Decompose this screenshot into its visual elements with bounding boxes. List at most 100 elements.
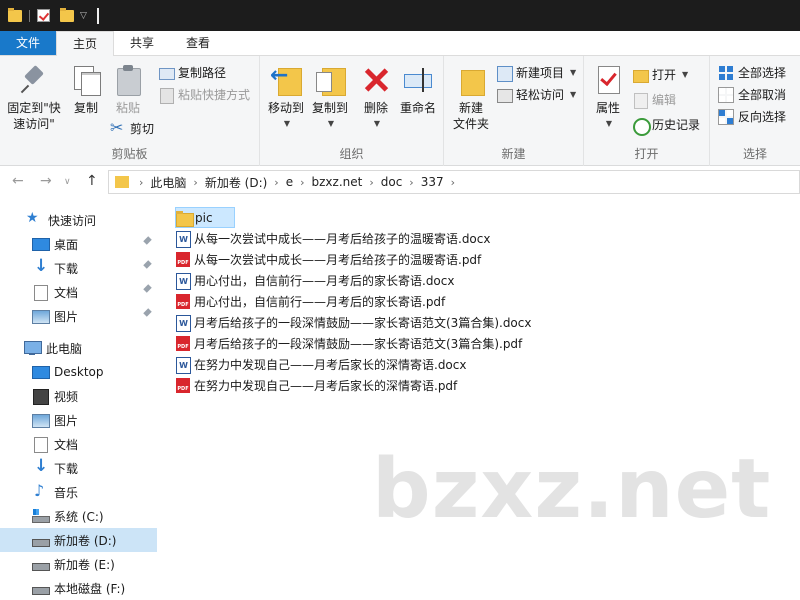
open-label: 打开: [652, 68, 677, 82]
folder-icon: [176, 210, 194, 227]
breadcrumb-chevron-icon[interactable]: ›: [451, 176, 455, 189]
move-to-button[interactable]: 移动到 ▼: [264, 64, 308, 132]
list-item[interactable]: 从每一次尝试中成长——月考后给孩子的温暖寄语.docx: [175, 228, 490, 249]
rename-label: 重命名: [399, 101, 436, 115]
list-item[interactable]: 用心付出，自信前行——月考后的家长寄语.pdf: [175, 291, 445, 312]
sidebar-item-label: 本地磁盘 (F:): [54, 581, 126, 596]
sidebar-item-drive-c[interactable]: 系统 (C:): [0, 504, 157, 528]
invert-selection-button[interactable]: 反向选择: [718, 108, 786, 125]
star-icon: [26, 210, 42, 227]
sidebar-item-drive-d[interactable]: 新加卷 (D:): [0, 528, 157, 552]
sidebar-item-drive-e[interactable]: 新加卷 (E:): [0, 552, 157, 576]
sidebar-item-label: 视频: [54, 389, 79, 404]
document-icon: [32, 285, 48, 301]
cut-button[interactable]: 剪切: [110, 118, 154, 137]
up-arrow-icon[interactable]: ↑: [86, 173, 98, 189]
list-item[interactable]: pic: [175, 207, 235, 228]
sidebar-item-pictures-pinned[interactable]: 图片: [0, 304, 157, 328]
breadcrumb-doc[interactable]: doc: [381, 175, 403, 189]
sidebar-item-label: 此电脑: [46, 341, 83, 356]
recent-locations-chevron-icon[interactable]: ∨: [64, 177, 71, 187]
sidebar-item-desktop[interactable]: Desktop: [0, 360, 157, 384]
pictures-icon: [32, 309, 50, 324]
delete-button[interactable]: 删除 ▼: [358, 64, 394, 132]
breadcrumb-chevron-icon[interactable]: ›: [274, 176, 278, 189]
forward-arrow-icon[interactable]: →: [40, 173, 52, 189]
sidebar-item-music[interactable]: 音乐: [0, 480, 157, 504]
tab-file[interactable]: 文件: [0, 31, 56, 55]
organize-group: 移动到 ▼ 复制到 ▼ 删除 ▼ 重命名 组织: [260, 56, 444, 166]
tab-view[interactable]: 查看: [170, 31, 226, 55]
history-button[interactable]: 历史记录: [632, 116, 700, 136]
copy-to-icon: [314, 64, 346, 96]
copy-to-chevron-icon: ▼: [327, 119, 335, 128]
tab-share[interactable]: 共享: [114, 31, 170, 55]
customize-toolbar-chevron-icon[interactable]: ▽: [80, 11, 87, 21]
copy-label: 复制: [73, 101, 98, 115]
new-folder-button[interactable]: 新建 文件夹: [448, 64, 494, 132]
copy-button[interactable]: 复制: [66, 64, 106, 116]
select-none-button[interactable]: 全部取消: [718, 86, 786, 103]
sidebar-item-drive-f[interactable]: 本地磁盘 (F:): [0, 576, 157, 600]
list-item[interactable]: 从每一次尝试中成长——月考后给孩子的温暖寄语.pdf: [175, 249, 481, 270]
breadcrumb-chevron-icon[interactable]: ›: [139, 176, 143, 189]
new-item-button[interactable]: 新建项目 ▼: [496, 64, 576, 82]
breadcrumb-this-pc[interactable]: 此电脑: [150, 174, 186, 191]
pin-quick-access-button[interactable]: 固定到"快 速访问": [4, 64, 64, 132]
breadcrumb-337[interactable]: 337: [421, 175, 444, 189]
list-item[interactable]: 月考后给孩子的一段深情鼓励——家长寄语范文(3篇合集).pdf: [175, 333, 522, 354]
breadcrumb-drive-d[interactable]: 新加卷 (D:): [205, 174, 267, 191]
navigation-pane: 快速访问 桌面 下载 文档 图片 此电脑 Desktop 视频 图片 文档: [0, 197, 157, 600]
folder-icon[interactable]: [8, 7, 22, 22]
select-all-button[interactable]: 全部选择: [718, 64, 786, 81]
tab-home[interactable]: 主页: [56, 31, 115, 57]
copy-to-label: 复制到: [311, 101, 348, 115]
open-button[interactable]: 打开 ▼: [632, 66, 688, 83]
properties-button[interactable]: 属性 ▼: [588, 64, 628, 132]
sidebar-item-documents-pinned[interactable]: 文档: [0, 280, 157, 304]
pdf-icon: [175, 293, 191, 310]
sidebar-item-quick-access[interactable]: 快速访问: [0, 208, 157, 232]
select-none-label: 全部取消: [738, 88, 787, 102]
clipboard-group: 固定到"快 速访问" 复制 粘贴 复制路径 粘贴快捷方式 剪切 剪贴板: [0, 56, 260, 166]
easy-access-button[interactable]: 轻松访问 ▼: [496, 86, 576, 103]
clipboard-group-label: 剪贴板: [111, 147, 148, 161]
sidebar-item-videos[interactable]: 视频: [0, 384, 157, 408]
breadcrumb-chevron-icon[interactable]: ›: [409, 176, 413, 189]
paste-shortcut-button[interactable]: 粘贴快捷方式: [158, 86, 250, 104]
address-bar[interactable]: › 此电脑 › 新加卷 (D:) › e › bzxz.net › doc › …: [108, 170, 800, 194]
back-arrow-icon[interactable]: ←: [12, 173, 24, 189]
list-item[interactable]: 在努力中发现自己——月考后家长的深情寄语.pdf: [175, 375, 457, 396]
drive-icon: [32, 533, 50, 547]
rename-button[interactable]: 重命名: [396, 64, 440, 116]
new-folder-icon[interactable]: [60, 7, 74, 22]
sidebar-item-documents[interactable]: 文档: [0, 432, 157, 456]
copy-path-button[interactable]: 复制路径: [158, 64, 226, 81]
sidebar-item-label: 文档: [54, 437, 79, 452]
breadcrumb-chevron-icon[interactable]: ›: [193, 176, 197, 189]
sidebar-item-pictures[interactable]: 图片: [0, 408, 157, 432]
file-name: 用心付出，自信前行——月考后的家长寄语.pdf: [194, 295, 446, 309]
list-item[interactable]: 月考后给孩子的一段深情鼓励——家长寄语范文(3篇合集).docx: [175, 312, 531, 333]
sidebar-item-downloads[interactable]: 下载: [0, 456, 157, 480]
select-all-icon: [718, 65, 734, 81]
edit-icon: [632, 92, 648, 109]
properties-icon[interactable]: [37, 9, 50, 22]
list-item[interactable]: 在努力中发现自己——月考后家长的深情寄语.docx: [175, 354, 466, 375]
breadcrumb-chevron-icon[interactable]: ›: [300, 176, 304, 189]
sidebar-item-this-pc[interactable]: 此电脑: [0, 336, 157, 360]
pin-label-line2: 速访问": [13, 117, 55, 131]
delete-chevron-icon: ▼: [373, 119, 381, 128]
breadcrumb-e[interactable]: e: [286, 175, 293, 189]
breadcrumb-chevron-icon[interactable]: ›: [369, 176, 373, 189]
edit-button[interactable]: 编辑: [632, 91, 676, 109]
sidebar-item-desktop-pinned[interactable]: 桌面: [0, 232, 157, 256]
sidebar-item-downloads-pinned[interactable]: 下载: [0, 256, 157, 280]
drive-icon: [32, 581, 50, 595]
list-item[interactable]: 用心付出，自信前行——月考后的家长寄语.docx: [175, 270, 454, 291]
easy-access-icon: [496, 87, 513, 103]
paste-button[interactable]: 粘贴: [108, 64, 148, 116]
breadcrumb-bzxz[interactable]: bzxz.net: [312, 175, 363, 189]
sidebar-item-label: 音乐: [54, 485, 79, 500]
copy-to-button[interactable]: 复制到 ▼: [308, 64, 352, 132]
